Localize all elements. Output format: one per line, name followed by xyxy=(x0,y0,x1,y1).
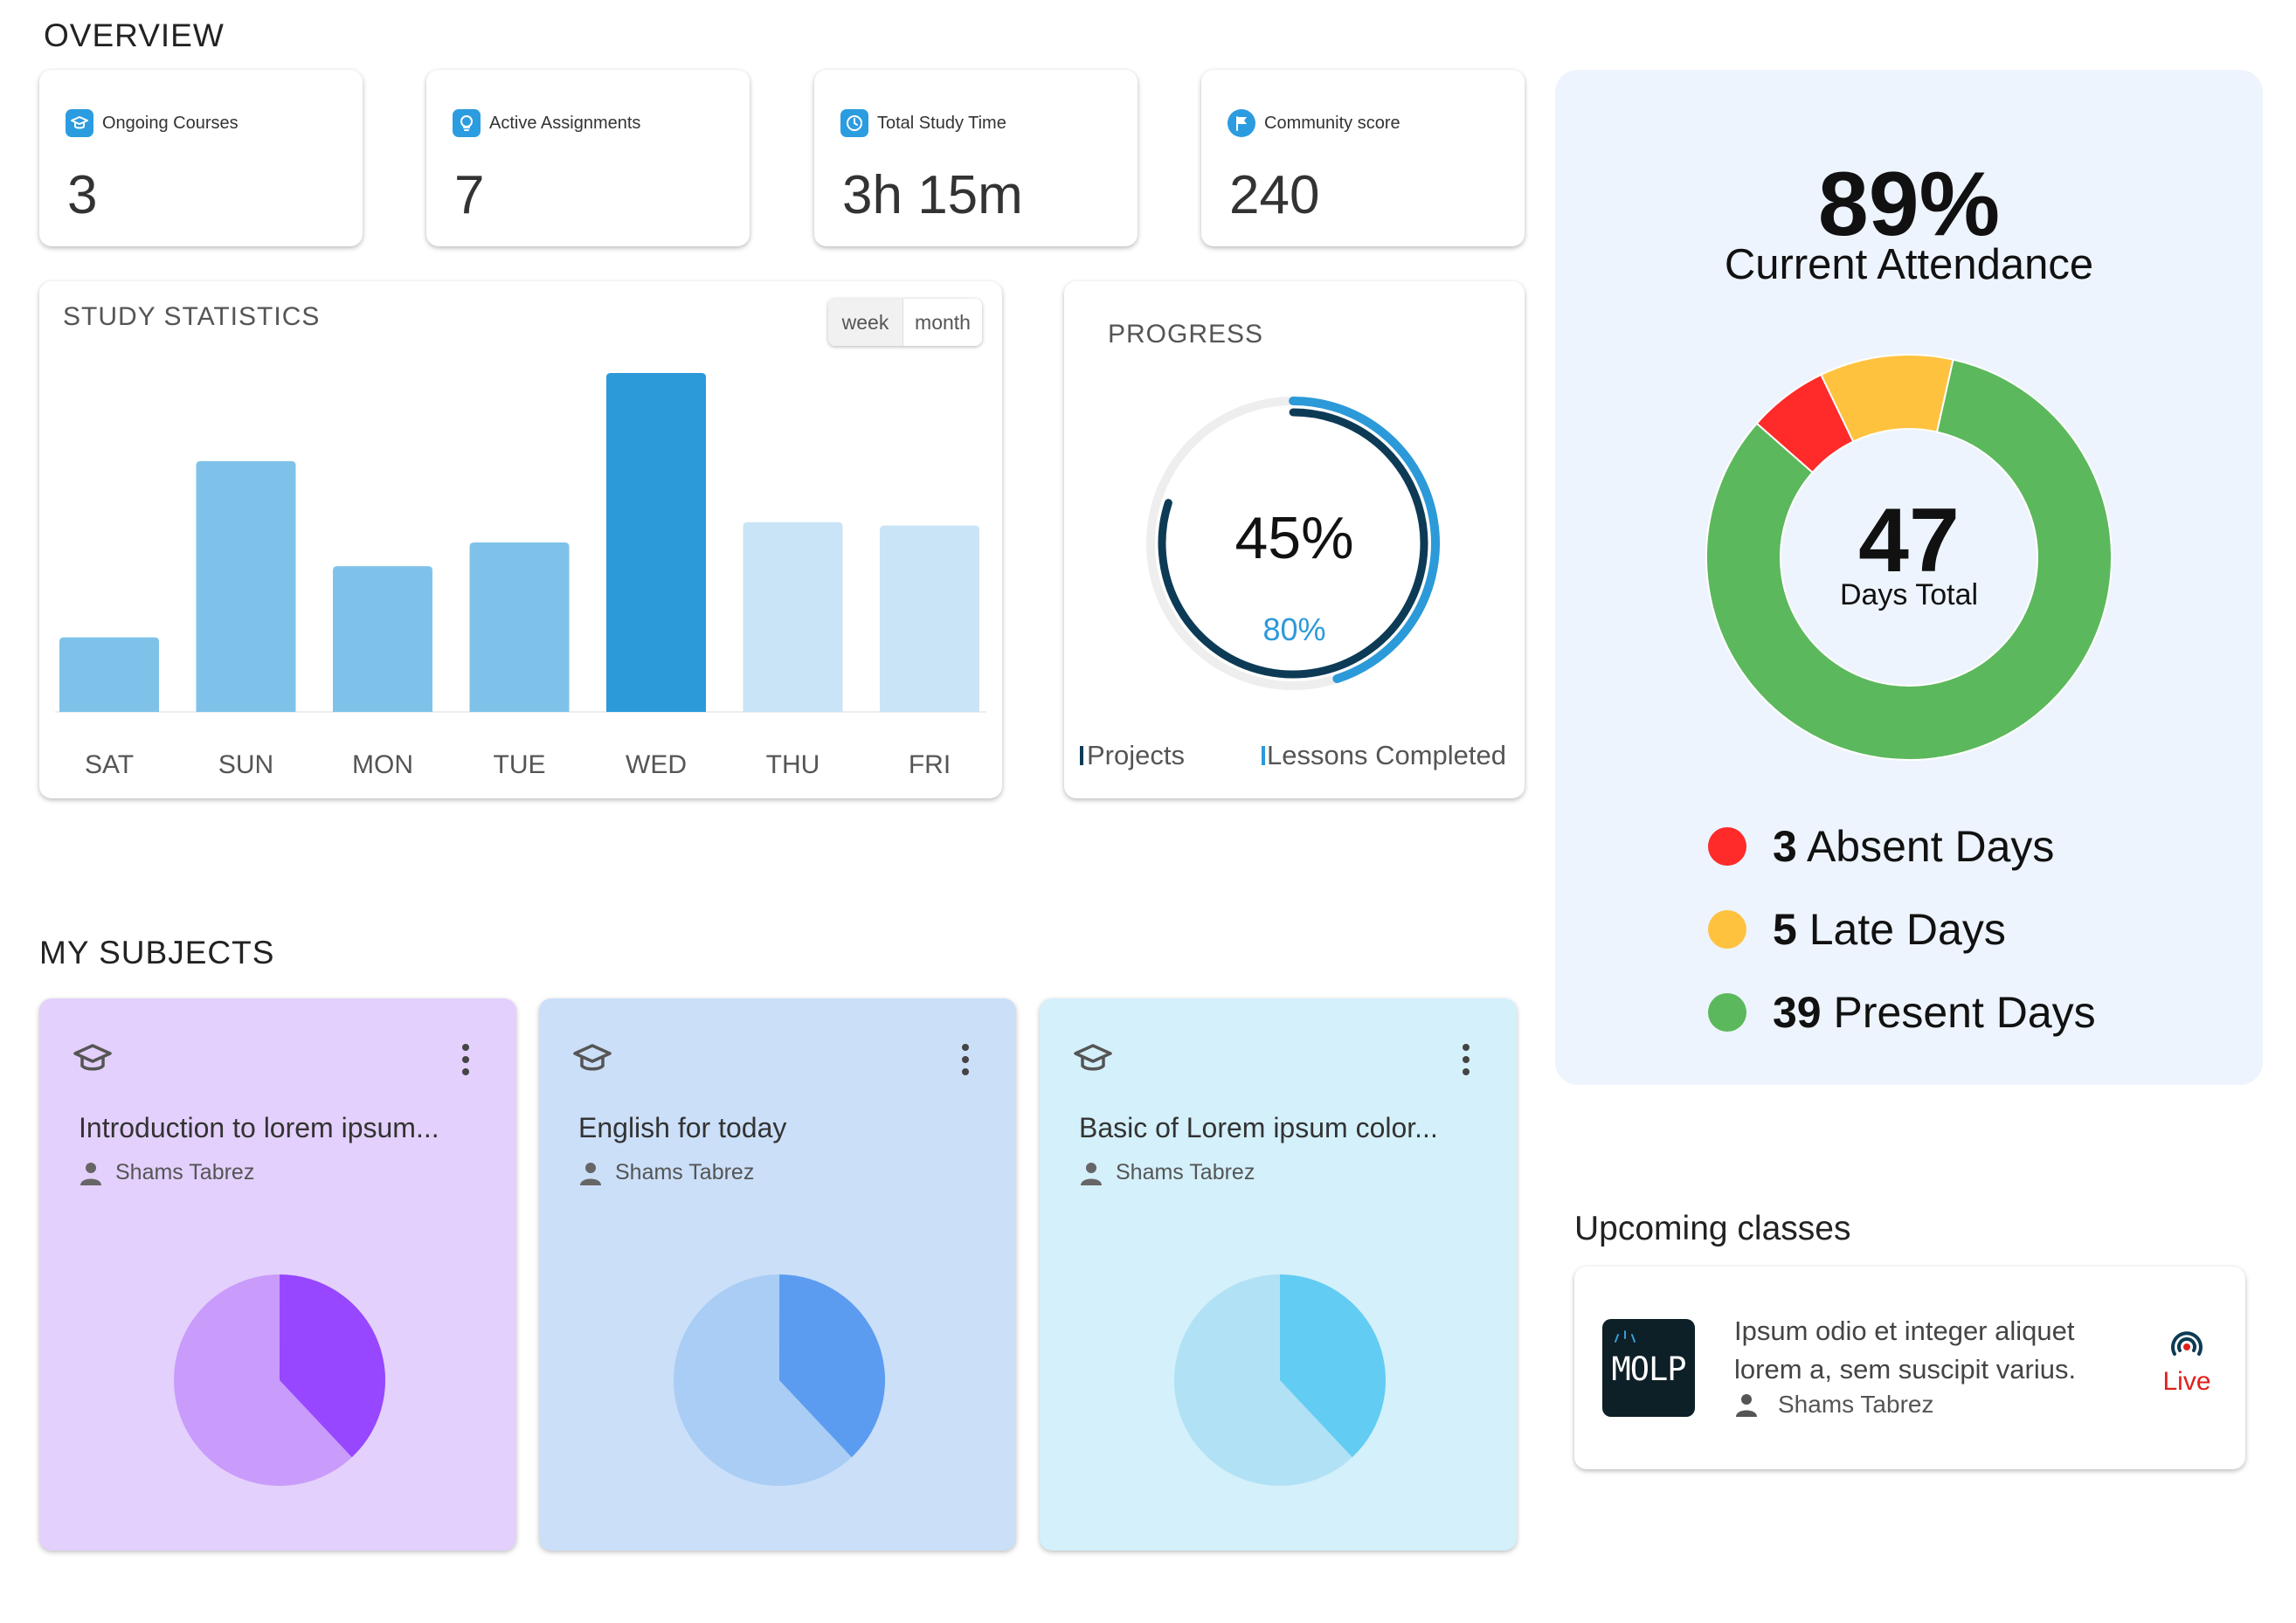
bar-mon xyxy=(333,566,432,712)
tick-label-sun: SUN xyxy=(218,750,273,779)
stat-label: Community score xyxy=(1264,113,1400,133)
present-dot xyxy=(1708,993,1746,1032)
class-description: Ipsum odio et integer aliquet lorem a, s… xyxy=(1734,1316,2077,1385)
study-bar-chart: SAT SUN MON TUE WED THU FRI xyxy=(55,373,986,779)
bar-sat xyxy=(59,637,159,712)
study-statistics-panel: STUDY STATISTICS week month SAT SUN MON TUE… xyxy=(39,281,1002,798)
stat-value: 3h 15m xyxy=(842,165,1023,225)
bar-fri xyxy=(880,525,979,712)
subject-progress-pie xyxy=(674,1274,885,1486)
legend-swatch-lessons xyxy=(1262,746,1265,765)
author-name: Shams Tabrez xyxy=(1778,1391,1934,1418)
progress-inner-value: 80% xyxy=(1262,611,1326,647)
legend-late-days: 5 Late Days xyxy=(1708,904,2006,955)
bar-sun xyxy=(196,460,296,712)
live-label: Live xyxy=(2162,1367,2211,1396)
tick-label-sat: SAT xyxy=(85,750,134,779)
class-author: Shams Tabrez xyxy=(1734,1391,1933,1419)
live-broadcast-icon xyxy=(2171,1331,2203,1356)
present-count: 39 xyxy=(1773,988,1822,1037)
tick-label-tue: TUE xyxy=(494,750,546,779)
subject-card[interactable]: Basic of Lorem ipsum color... Shams Tabr… xyxy=(1040,998,1517,1550)
stat-label: Ongoing Courses xyxy=(102,113,239,133)
late-count: 5 xyxy=(1773,905,1797,954)
legend-lessons-completed: Lessons Completed xyxy=(1262,740,1506,771)
subject-card[interactable]: English for today Shams Tabrez xyxy=(539,998,1016,1550)
clock-icon xyxy=(840,109,868,137)
legend-absent-days: 3 Absent Days xyxy=(1708,821,2054,872)
subject-progress-pie xyxy=(174,1274,385,1486)
stat-label: Active Assignments xyxy=(489,113,641,133)
tick-label-thu: THU xyxy=(766,750,820,779)
stat-card-community-score[interactable]: Community score 240 xyxy=(1201,70,1525,246)
flag-icon xyxy=(1228,109,1255,137)
stat-label: Total Study Time xyxy=(877,113,1006,133)
live-indicator[interactable]: Live xyxy=(2155,1328,2218,1397)
absent-dot xyxy=(1708,827,1746,866)
stat-value: 3 xyxy=(67,165,98,225)
user-icon xyxy=(1736,1394,1757,1417)
stat-card-total-study-time[interactable]: Total Study Time 3h 15m xyxy=(814,70,1138,246)
class-logo: MOLP xyxy=(1602,1319,1695,1417)
attendance-donut-chart xyxy=(1705,354,2113,761)
attendance-total-label: Days Total xyxy=(1839,578,1979,611)
my-subjects-title: MY SUBJECTS xyxy=(39,935,275,970)
tick-label-fri: FRI xyxy=(909,750,951,779)
legend-label: Projects xyxy=(1087,740,1185,770)
graduation-cap-icon xyxy=(66,109,93,137)
progress-panel: PROGRESS 45% 80% Projects Lessons Comple… xyxy=(1064,281,1525,798)
absent-label: Absent Days xyxy=(1806,822,2055,871)
legend-label: Lessons Completed xyxy=(1267,740,1506,770)
late-dot xyxy=(1708,910,1746,949)
subject-card[interactable]: Introduction to lorem ipsum... Shams Tab… xyxy=(39,998,516,1550)
lightbulb-icon xyxy=(453,109,481,137)
upcoming-classes-title: Upcoming classes xyxy=(1574,1210,1851,1247)
legend-projects: Projects xyxy=(1080,740,1185,771)
subject-progress-pie xyxy=(1174,1274,1386,1486)
tick-label-mon: MON xyxy=(352,750,413,779)
stat-card-ongoing-courses[interactable]: Ongoing Courses 3 xyxy=(39,70,363,246)
present-label: Present Days xyxy=(1833,988,2096,1037)
stat-card-active-assignments[interactable]: Active Assignments 7 xyxy=(426,70,750,246)
tick-label-wed: WED xyxy=(626,750,687,779)
legend-swatch-projects xyxy=(1080,746,1083,765)
late-label: Late Days xyxy=(1808,905,2006,954)
bar-tue xyxy=(469,542,570,712)
stat-value: 240 xyxy=(1229,165,1320,225)
absent-count: 3 xyxy=(1773,822,1797,871)
stat-value: 7 xyxy=(454,165,485,225)
progress-center-value: 45% xyxy=(1234,505,1354,571)
bar-wed xyxy=(606,373,706,712)
logo-text: MOLP xyxy=(1611,1350,1686,1388)
legend-present-days: 39 Present Days xyxy=(1708,987,2096,1038)
bar-thu xyxy=(743,521,843,712)
overview-title: OVERVIEW xyxy=(44,17,225,53)
upcoming-class-card[interactable]: MOLP Ipsum odio et integer aliquet lorem… xyxy=(1574,1267,2245,1469)
